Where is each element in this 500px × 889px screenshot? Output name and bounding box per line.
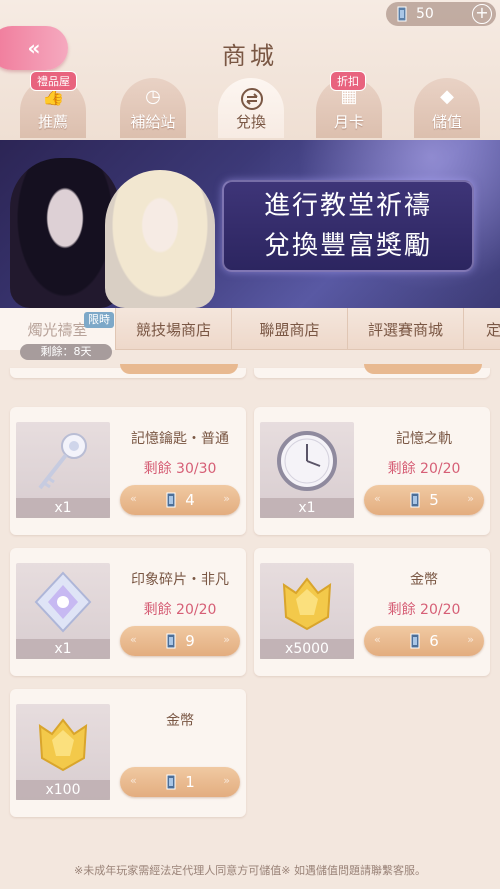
arrow-left-icon: «	[130, 774, 137, 787]
item-thumbnail[interactable]: x100	[16, 704, 110, 800]
exchange-icon	[240, 87, 263, 110]
subtab-label: 定	[486, 320, 500, 339]
dark-hair-character-art	[10, 158, 120, 308]
arrow-left-icon: «	[374, 633, 381, 646]
subtab-arena-shop[interactable]: 競技場商店	[116, 308, 232, 350]
item-quantity: x1	[260, 498, 354, 518]
item-remaining: 剩餘 20/20	[387, 602, 461, 618]
currency-display[interactable]: 50 +	[386, 2, 496, 26]
buy-button-partial[interactable]	[120, 364, 238, 374]
arrow-left-icon: «	[130, 633, 137, 646]
gem-icon	[409, 632, 421, 650]
gem-icon	[409, 491, 421, 509]
buy-button[interactable]: « 5 »	[364, 485, 484, 515]
item-price: 9	[185, 632, 195, 650]
tab-label: 兌換	[235, 113, 266, 131]
banner-line-1: 進行教堂祈禱	[263, 191, 432, 221]
arrow-right-icon: »	[223, 492, 230, 505]
subtab-alliance-shop[interactable]: 聯盟商店	[232, 308, 348, 350]
tab-topup[interactable]: ◆ 儲值	[414, 78, 480, 138]
item-thumbnail[interactable]: x1	[260, 422, 354, 518]
add-currency-button[interactable]: +	[472, 4, 492, 24]
arrow-right-icon: »	[467, 633, 474, 646]
tab-label: 推薦	[37, 113, 68, 131]
item-card: x1 印象碎片・非凡 剩餘 20/20 « 9 »	[10, 548, 246, 676]
subtab-partial[interactable]: 定	[464, 308, 500, 350]
item-card: x1 記憶之軌 剩餘 20/20 « 5 »	[254, 407, 490, 535]
subtab-selection-shop[interactable]: 評選賽商城	[348, 308, 464, 350]
diamond-icon: ◆	[440, 86, 454, 107]
shop-header: « 50 + 商城 禮品屋 👍 推薦 ◷ 補給站 兌換 折扣 ▦ 月卡 ◆ 儲值	[0, 0, 500, 140]
item-remaining: 剩餘 30/30	[143, 461, 217, 477]
item-name: 印象碎片・非凡	[131, 572, 229, 588]
tab-monthly-card[interactable]: 折扣 ▦ 月卡	[316, 71, 382, 138]
item-card: x100 金幣 « 1 »	[10, 689, 246, 817]
main-tabs: 禮品屋 👍 推薦 ◷ 補給站 兌換 折扣 ▦ 月卡 ◆ 儲值	[20, 71, 500, 138]
item-quantity: x5000	[260, 639, 354, 659]
buy-button[interactable]: « 4 »	[120, 485, 240, 515]
subtab-label: 聯盟商店	[259, 320, 320, 339]
tab-supply[interactable]: ◷ 補給站	[120, 78, 186, 138]
item-name: 金幣	[410, 572, 438, 588]
item-price: 1	[185, 773, 195, 791]
arrow-left-icon: «	[374, 492, 381, 505]
item-card: x1 記憶鑰匙・普通 剩餘 30/30 « 4 »	[10, 407, 246, 535]
tab-label: 補給站	[130, 113, 176, 131]
crystal-shard-art	[30, 569, 96, 635]
gift-house-badge: 禮品屋	[30, 71, 77, 91]
item-thumbnail[interactable]: x5000	[260, 563, 354, 659]
item-card-partial	[10, 364, 246, 378]
gem-icon	[396, 5, 408, 23]
item-name: 金幣	[166, 713, 194, 729]
banner-line-2: 兌換豐富獎勵	[263, 231, 432, 261]
item-card: x5000 金幣 剩餘 20/20 « 6 »	[254, 548, 490, 676]
arrow-right-icon: »	[467, 492, 474, 505]
limited-time-badge: 限時	[84, 312, 114, 328]
item-card-partial	[254, 364, 490, 378]
arrow-right-icon: »	[223, 774, 230, 787]
buy-button-partial[interactable]	[364, 364, 482, 374]
currency-amount: 50	[416, 6, 434, 22]
item-quantity: x1	[16, 498, 110, 518]
item-quantity: x1	[16, 639, 110, 659]
item-remaining: 剩餘 20/20	[387, 461, 461, 477]
buy-button[interactable]: « 9 »	[120, 626, 240, 656]
gem-icon	[165, 632, 177, 650]
item-price: 5	[429, 491, 439, 509]
arrow-right-icon: »	[223, 633, 230, 646]
tab-label: 儲值	[431, 113, 462, 131]
item-thumbnail[interactable]: x1	[16, 563, 110, 659]
buy-button[interactable]: « 1 »	[120, 767, 240, 797]
gold-coin-art	[30, 710, 96, 776]
banner-plaque: 進行教堂祈禱 兌換豐富獎勵	[222, 180, 474, 272]
tab-label: 月卡	[333, 113, 364, 131]
event-banner[interactable]: 進行教堂祈禱 兌換豐富獎勵	[0, 140, 500, 308]
tab-exchange[interactable]: 兌換	[218, 78, 284, 138]
item-quantity: x100	[16, 780, 110, 800]
gem-icon	[165, 491, 177, 509]
memory-key-art	[30, 428, 96, 494]
remaining-days-badge: 剩餘：8天	[20, 344, 112, 360]
subtab-label: 評選賽商城	[367, 320, 443, 339]
clock-art	[274, 428, 340, 494]
discount-badge: 折扣	[330, 71, 366, 91]
item-price: 6	[429, 632, 439, 650]
item-thumbnail[interactable]: x1	[16, 422, 110, 518]
footer-disclaimer: ※未成年玩家需經法定代理人同意方可儲值※ 如遇儲值問題請聯繫客服。	[74, 864, 426, 877]
buy-button[interactable]: « 6 »	[364, 626, 484, 656]
tab-recommend[interactable]: 禮品屋 👍 推薦	[20, 71, 86, 138]
gem-icon	[165, 773, 177, 791]
item-name: 記憶鑰匙・普通	[131, 431, 229, 447]
gold-coin-art	[274, 569, 340, 635]
white-hair-character-art	[105, 170, 215, 308]
subtab-label: 競技場商店	[135, 320, 211, 339]
item-remaining: 剩餘 20/20	[143, 602, 217, 618]
supply-clock-icon: ◷	[145, 86, 161, 107]
item-name: 記憶之軌	[396, 431, 452, 447]
subtab-label: 燭光禱室	[27, 320, 88, 339]
item-price: 4	[185, 491, 195, 509]
arrow-left-icon: «	[130, 492, 137, 505]
page-title: 商城	[222, 42, 278, 70]
